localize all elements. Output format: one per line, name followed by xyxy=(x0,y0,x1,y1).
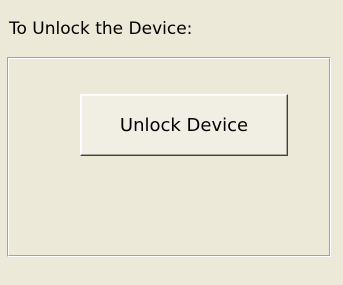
unlock-group-box xyxy=(7,57,331,257)
unlock-device-button[interactable]: Unlock Device xyxy=(80,94,288,156)
unlock-section-label: To Unlock the Device: xyxy=(9,19,193,39)
group-box-inner-border xyxy=(8,58,330,256)
